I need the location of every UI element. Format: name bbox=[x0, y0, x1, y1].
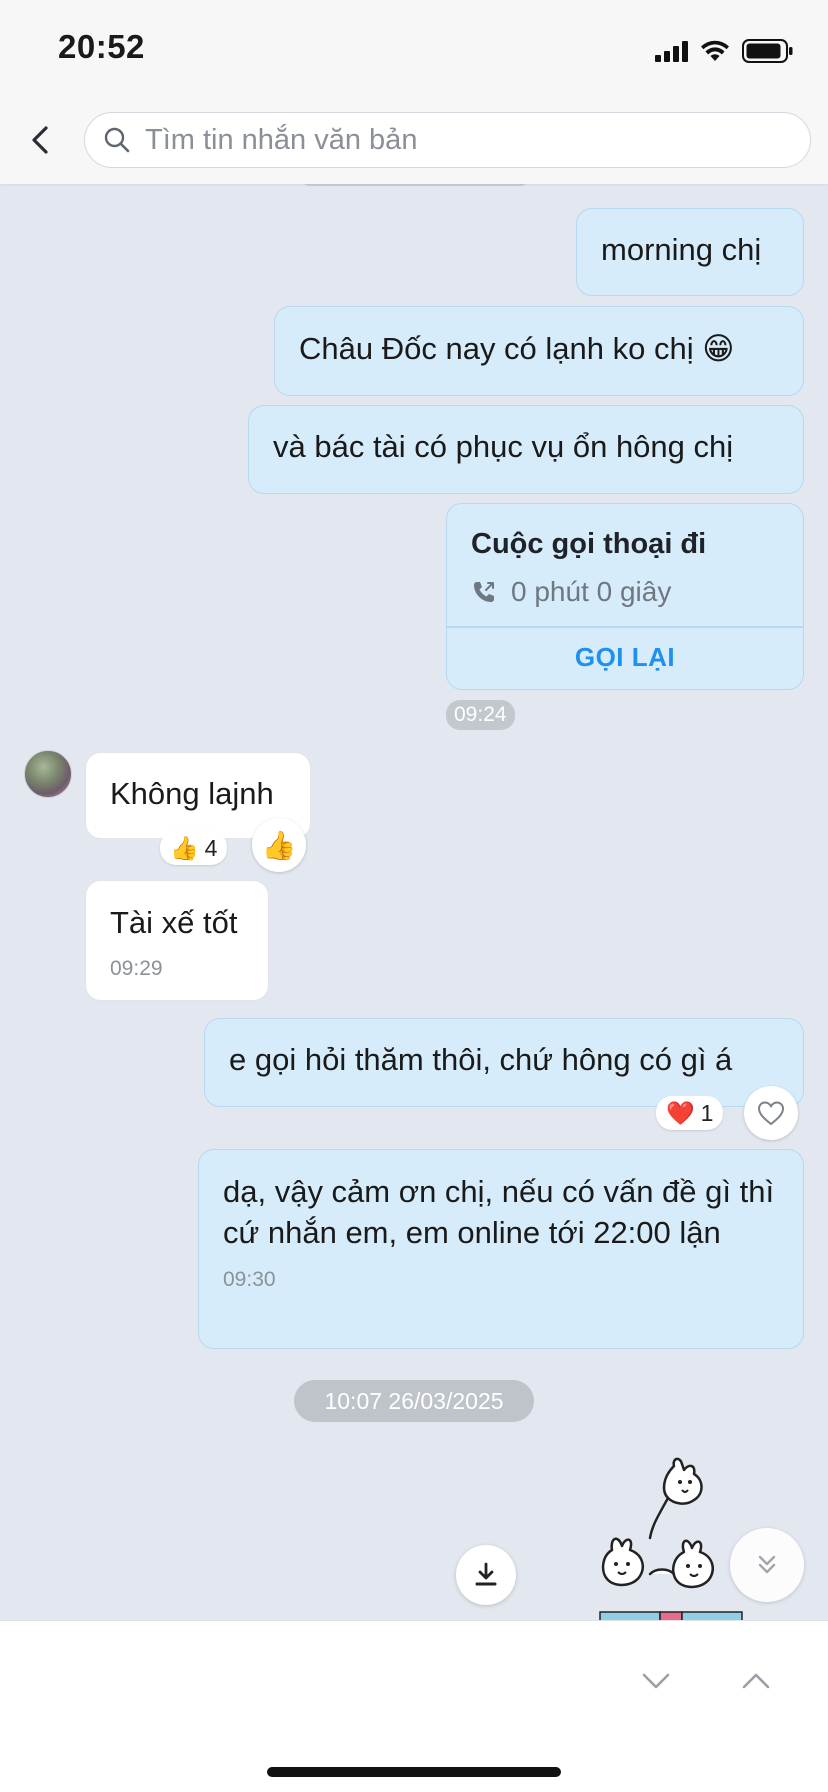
status-time: 20:52 bbox=[58, 28, 145, 65]
status-icons bbox=[655, 36, 794, 66]
search-result-navigation bbox=[0, 1620, 828, 1792]
reaction-summary[interactable]: 👍 4 bbox=[160, 831, 228, 865]
scroll-to-bottom-button[interactable] bbox=[730, 1528, 804, 1602]
home-indicator[interactable] bbox=[267, 1767, 561, 1777]
call-title: Cuộc gọi thoại đi bbox=[471, 528, 707, 560]
chevron-up-icon bbox=[742, 1673, 770, 1689]
message-text: dạ, vậy cảm ơn chị, nếu có vấn đề gì thì… bbox=[223, 1174, 775, 1250]
heart-icon bbox=[757, 1101, 785, 1126]
call-back-button[interactable]: GỌI LẠI bbox=[447, 626, 803, 689]
thumbs-up-icon: 👍 bbox=[170, 834, 199, 861]
next-result-button[interactable] bbox=[636, 1661, 676, 1701]
message-incoming[interactable]: Tài xế tốt 09:29 bbox=[85, 880, 269, 1001]
message-time: 09:29 bbox=[110, 957, 163, 981]
call-duration: 0 phút 0 giây bbox=[471, 576, 671, 608]
date-separator: 10:07 26/03/2025 bbox=[294, 1380, 534, 1422]
message-text: Châu Đốc nay có lạnh ko chị 😁 bbox=[299, 331, 735, 366]
search-icon bbox=[104, 127, 130, 153]
download-button[interactable] bbox=[456, 1545, 516, 1605]
call-duration-text: 0 phút 0 giây bbox=[511, 576, 672, 607]
reaction-count: 1 bbox=[700, 1099, 714, 1126]
react-button[interactable]: 👍 bbox=[252, 818, 306, 872]
rabbit-sticker[interactable] bbox=[596, 1456, 756, 1622]
outgoing-call-card: Cuộc gọi thoại đi 0 phút 0 giây GỌI LẠI bbox=[446, 503, 804, 690]
previous-result-button[interactable] bbox=[736, 1661, 776, 1701]
thumbs-up-icon: 👍 bbox=[261, 829, 297, 861]
phone-outgoing-icon bbox=[474, 582, 494, 602]
message-outgoing[interactable]: và bác tài có phục vụ ổn hông chị bbox=[248, 405, 804, 494]
avatar[interactable] bbox=[24, 750, 72, 798]
message-text: morning chị bbox=[601, 232, 762, 267]
wifi-icon bbox=[701, 40, 729, 61]
message-outgoing[interactable]: e gọi hỏi thăm thôi, chứ hông có gì á bbox=[204, 1018, 804, 1107]
message-text: Không lajnh bbox=[110, 776, 274, 811]
reaction-count: 4 bbox=[204, 834, 218, 861]
message-time: 09:24 bbox=[446, 700, 515, 730]
react-button[interactable] bbox=[744, 1086, 798, 1140]
chevron-down-icon bbox=[642, 1673, 670, 1689]
scroll-down-icon bbox=[758, 1555, 776, 1574]
message-text: e gọi hỏi thăm thôi, chứ hông có gì á bbox=[229, 1042, 733, 1077]
back-button[interactable] bbox=[22, 118, 62, 162]
download-icon bbox=[475, 1562, 497, 1586]
heart-icon: ❤️ bbox=[666, 1099, 695, 1126]
search-field[interactable] bbox=[84, 112, 811, 168]
message-text: Tài xế tốt bbox=[110, 905, 238, 940]
back-chevron-icon bbox=[32, 126, 48, 154]
message-outgoing[interactable]: dạ, vậy cảm ơn chị, nếu có vấn đề gì thì… bbox=[198, 1149, 804, 1349]
top-bar: 20:52 bbox=[0, 0, 828, 184]
message-outgoing[interactable]: Châu Đốc nay có lạnh ko chị 😁 bbox=[274, 306, 804, 396]
search-input[interactable] bbox=[145, 123, 745, 157]
message-outgoing[interactable]: morning chị bbox=[576, 208, 804, 296]
message-text: và bác tài có phục vụ ổn hông chị bbox=[273, 429, 734, 464]
battery-icon bbox=[742, 39, 793, 63]
cellular-signal-icon bbox=[655, 40, 688, 62]
message-time: 09:30 bbox=[223, 1267, 276, 1291]
reaction-summary[interactable]: ❤️ 1 bbox=[656, 1096, 724, 1130]
